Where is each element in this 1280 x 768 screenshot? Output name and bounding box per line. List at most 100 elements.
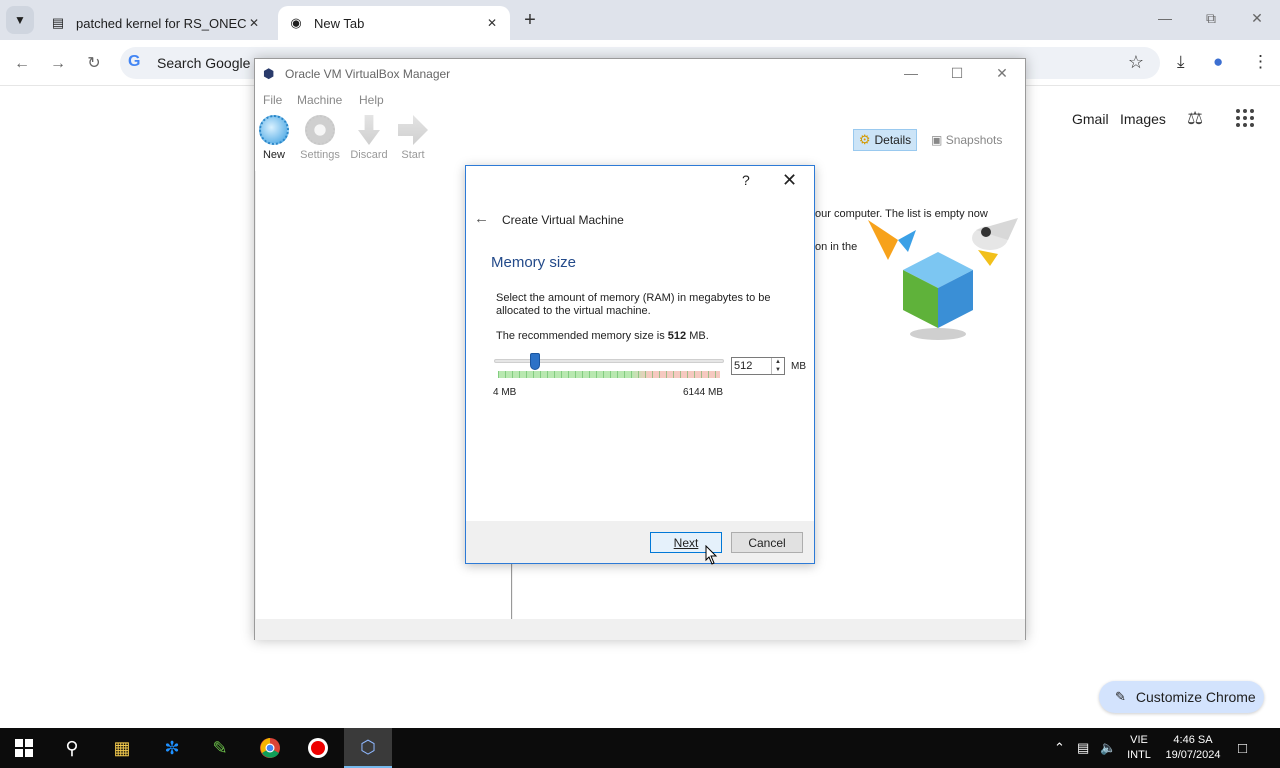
welcome-text-line-2: on in the	[815, 241, 858, 253]
tab-title: New Tab	[314, 15, 365, 31]
language-line-1: VIE	[1130, 734, 1148, 746]
dialog-title: Create Virtual Machine	[502, 213, 624, 227]
clock[interactable]: 4:46 SA 19/07/2024	[1160, 733, 1226, 763]
virtualbox-taskbar-icon[interactable]: ⬡	[344, 728, 392, 768]
memory-slider-ticks	[498, 371, 720, 378]
close-icon[interactable]: ✕	[484, 16, 500, 30]
record-icon[interactable]	[294, 728, 342, 768]
search-icon[interactable]: ⚲	[48, 728, 96, 768]
memory-input[interactable]	[734, 359, 770, 373]
back-arrow-icon[interactable]: ←	[474, 210, 489, 227]
tab-search-button[interactable]: ▼	[6, 6, 34, 34]
address-placeholder: Search Google o	[157, 55, 263, 71]
profile-icon[interactable]: ●	[1213, 52, 1223, 72]
chrome-icon[interactable]	[246, 728, 294, 768]
star-icon[interactable]: ☆	[1128, 52, 1144, 73]
create-vm-dialog: ? ✕ ← Create Virtual Machine Memory size…	[465, 165, 815, 564]
right-arrow-icon	[398, 115, 428, 145]
minimize-icon[interactable]: —	[901, 65, 921, 81]
kebab-menu-icon[interactable]: ⋮	[1252, 52, 1269, 72]
tab-new-tab[interactable]: ◉ New Tab ✕	[278, 6, 510, 40]
minimize-icon[interactable]: —	[1155, 10, 1175, 26]
memory-slider-handle[interactable]	[530, 353, 541, 370]
tool-label: Discard	[350, 149, 388, 161]
menu-help[interactable]: Help	[359, 93, 384, 107]
document-favicon-icon: ▤	[51, 15, 65, 30]
close-window-icon[interactable]: ✕	[1247, 10, 1267, 27]
download-icon[interactable]: ⤓	[1177, 52, 1185, 72]
customize-chrome-button[interactable]: ✎ Customize Chrome	[1099, 681, 1264, 713]
tab-title: patched kernel for RS_ONECOR	[76, 15, 246, 31]
tool-label: New	[262, 149, 285, 161]
tool-label: Start	[401, 149, 425, 161]
close-icon[interactable]: ✕	[992, 65, 1012, 82]
slider-min-label: 4 MB	[493, 387, 517, 398]
memory-slider-track[interactable]	[494, 359, 724, 363]
mouse-cursor-icon	[705, 545, 718, 565]
discard-button[interactable]: Discard	[346, 115, 392, 161]
close-icon[interactable]: ✕	[782, 170, 797, 191]
chrome-favicon-icon: ◉	[290, 15, 302, 30]
recommended-value: 512	[667, 330, 687, 342]
volume-muted-icon[interactable]: 🔈	[1100, 740, 1116, 756]
recommended-prefix: The recommended memory size is	[496, 330, 668, 342]
cancel-button[interactable]: Cancel	[731, 532, 803, 553]
apps-grid-icon[interactable]	[1236, 109, 1254, 127]
chevron-up-icon[interactable]: ⌃	[1054, 740, 1065, 756]
spin-arrows-icon[interactable]: ▲ ▼	[771, 358, 784, 374]
memory-spinbox[interactable]: ▲▼	[731, 357, 785, 375]
network-icon[interactable]: ▤	[1077, 740, 1089, 756]
language-indicator[interactable]: VIE INTL	[1124, 733, 1154, 763]
details-button[interactable]: ⚙ Details	[853, 129, 917, 151]
pencil-icon: ✎	[1115, 689, 1126, 704]
restore-icon[interactable]: ⧉	[1201, 10, 1221, 27]
reload-icon[interactable]: ↻	[82, 52, 106, 76]
start-windows-icon[interactable]	[0, 728, 48, 768]
vbox-title: Oracle VM VirtualBox Manager	[285, 67, 451, 81]
snapshots-button[interactable]: ▣ Snapshots	[931, 133, 1002, 147]
chevron-down-icon: ▼	[14, 13, 26, 27]
menu-machine[interactable]: Machine	[297, 93, 342, 107]
taskbar: ⚲ ▦ ✼ ✎ ⬡ ⌃ ▤ 🔈 VIE INTL 4:46 SA 19/07/2…	[0, 728, 1280, 768]
down-arrow-icon	[358, 115, 380, 145]
menu-file[interactable]: File	[263, 93, 282, 107]
images-link[interactable]: Images	[1120, 111, 1166, 127]
back-arrow-icon[interactable]: ←	[10, 52, 34, 76]
gmail-link[interactable]: Gmail	[1072, 111, 1109, 127]
vbox-statusbar	[255, 620, 1025, 640]
new-tab-button[interactable]: +	[518, 9, 542, 33]
virtualbox-welcome-illustration-icon	[868, 218, 1018, 340]
settings-button[interactable]: Settings	[297, 115, 343, 161]
tab-strip: ▼ ▤ patched kernel for RS_ONECOR ✕ ◉ New…	[0, 0, 1280, 40]
start-button[interactable]: Start	[390, 115, 436, 161]
file-explorer-icon[interactable]: ▦	[98, 728, 146, 768]
gear-icon: ⚙	[858, 132, 871, 147]
memory-description: Select the amount of memory (RAM) in meg…	[496, 292, 771, 317]
camera-icon: ▣	[931, 133, 943, 147]
labs-flask-icon[interactable]: ⚖	[1187, 108, 1203, 129]
edge-icon[interactable]: ✼	[148, 728, 196, 768]
slider-max-label: 6144 MB	[683, 387, 724, 398]
gear-icon	[305, 115, 335, 145]
customize-label: Customize Chrome	[1135, 689, 1256, 705]
vbox-titlebar: ⬢ Oracle VM VirtualBox Manager — ☐ ✕	[255, 59, 1025, 89]
new-vm-button[interactable]: New	[251, 115, 297, 161]
vbox-menubar: File Machine Help	[255, 89, 1025, 111]
clock-time: 4:46 SA	[1173, 734, 1213, 746]
close-icon[interactable]: ✕	[246, 16, 262, 30]
clock-date: 19/07/2024	[1165, 749, 1221, 761]
virtualbox-logo-icon: ⬢	[263, 66, 275, 81]
memory-unit-label: MB	[791, 361, 806, 372]
maximize-icon[interactable]: ☐	[947, 65, 967, 82]
section-title: Memory size	[491, 254, 577, 271]
language-line-2: INTL	[1127, 749, 1151, 761]
details-label: Details	[874, 133, 912, 147]
help-icon[interactable]: ?	[742, 172, 750, 188]
google-icon: G	[128, 53, 141, 70]
tab-patched-kernel[interactable]: ▤ patched kernel for RS_ONECOR ✕	[40, 6, 272, 40]
notification-icon[interactable]: □	[1238, 740, 1247, 757]
recommended-memory-text: The recommended memory size is 512 MB.	[496, 330, 709, 342]
forward-arrow-icon[interactable]: →	[46, 52, 70, 76]
notepad-icon[interactable]: ✎	[196, 728, 244, 768]
tool-label: Settings	[300, 149, 340, 161]
